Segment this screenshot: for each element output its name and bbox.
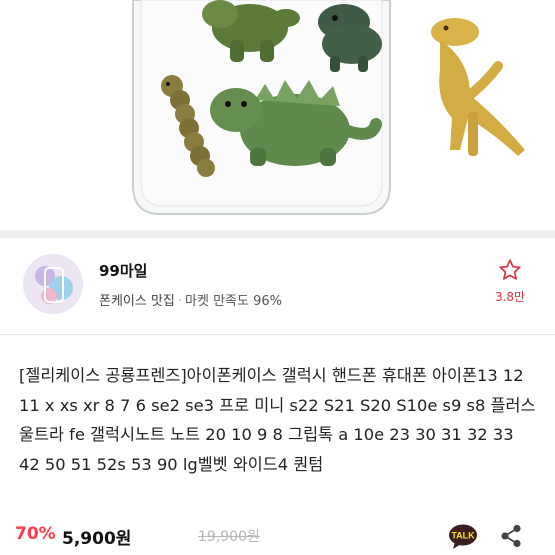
share-button[interactable] bbox=[500, 524, 522, 548]
product-title: [젤리케이스 공룡프렌즈]아이폰케이스 갤럭시 핸드폰 휴대폰 아이폰13 12… bbox=[19, 366, 536, 474]
kakaotalk-icon: TALK bbox=[449, 524, 477, 549]
original-price: 19,900원 bbox=[198, 529, 260, 545]
seller-subtitle: 폰케이스 맛집 · 마켓 만족도 96% bbox=[99, 290, 282, 309]
favorite-button[interactable]: 3.8만 bbox=[490, 258, 530, 305]
toy-t-rex bbox=[431, 18, 525, 156]
share-icon bbox=[501, 524, 521, 548]
talk-button[interactable]: TALK bbox=[448, 524, 478, 550]
discount-rate: 70% bbox=[15, 524, 56, 544]
star-outline-icon bbox=[499, 259, 521, 280]
separator: · bbox=[177, 294, 183, 309]
seller-name[interactable]: 99마일 bbox=[99, 260, 147, 281]
seller-category: 폰케이스 맛집 bbox=[99, 294, 175, 309]
product-image[interactable] bbox=[0, 0, 555, 230]
product-photo bbox=[132, 0, 525, 215]
favorite-count: 3.8만 bbox=[494, 290, 526, 304]
seller-avatar[interactable] bbox=[23, 254, 83, 314]
market-satisfaction: 마켓 만족도 96% bbox=[185, 294, 283, 309]
talk-label: TALK bbox=[451, 531, 475, 541]
price-row: 70% 5,900원 19,900원 TALK bbox=[0, 518, 555, 555]
sale-price: 5,900원 bbox=[62, 529, 132, 549]
seller-section[interactable]: 99마일 폰케이스 맛집 · 마켓 만족도 96% 3.8만 bbox=[0, 238, 555, 334]
divider bbox=[0, 334, 555, 335]
section-divider bbox=[0, 230, 555, 238]
